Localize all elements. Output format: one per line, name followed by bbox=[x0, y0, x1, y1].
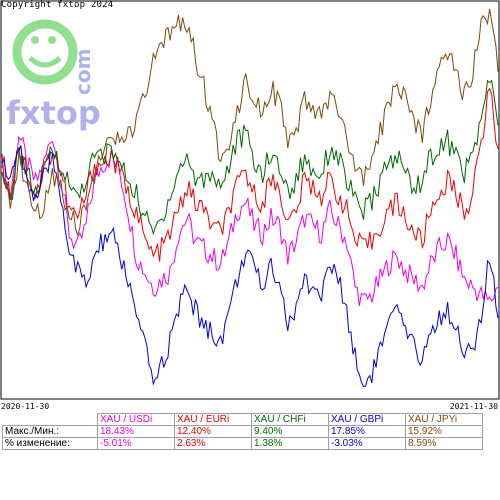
maxmin-eur: 12.40% bbox=[174, 425, 252, 438]
series-name-chf: XAU / CHFi bbox=[251, 413, 329, 426]
stats-table: XAU / USDi XAU / EURi XAU / CHFi XAU / G… bbox=[2, 413, 483, 450]
maxmin-chf: 9.40% bbox=[251, 425, 329, 438]
change-eur: 2.63% bbox=[174, 437, 252, 450]
maxmin-usd: 18.43% bbox=[97, 425, 175, 438]
maxmin-gbp: 17.85% bbox=[328, 425, 406, 438]
svg-text:.: . bbox=[82, 60, 86, 76]
x-label-end: 2021-11-30 bbox=[449, 402, 498, 411]
series-line-gbp bbox=[1, 145, 499, 388]
maxmin-jpy: 15.92% bbox=[405, 425, 483, 438]
series-line-usd bbox=[1, 135, 499, 306]
fxtop-logo: com . fxtop bbox=[6, 19, 101, 132]
svg-text:fxtop: fxtop bbox=[6, 94, 101, 132]
table-row: Макс./Мин.: 18.43% 12.40% 9.40% 17.85% 1… bbox=[2, 425, 483, 438]
table-row: % изменение: -5.01% 2.63% 1.38% -3.03% 8… bbox=[2, 437, 483, 450]
series-name-eur: XAU / EURi bbox=[174, 413, 252, 426]
change-jpy: 8.59% bbox=[405, 437, 483, 450]
series-name-gbp: XAU / GBPi bbox=[328, 413, 406, 426]
table-corner bbox=[3, 414, 98, 426]
x-label-start: 2020-11-30 bbox=[1, 402, 50, 411]
change-chf: 1.38% bbox=[251, 437, 329, 450]
table-header-row: XAU / USDi XAU / EURi XAU / CHFi XAU / G… bbox=[3, 413, 483, 426]
series-name-jpy: XAU / JPYi bbox=[405, 413, 483, 426]
row-label-maxmin: Макс./Мин.: bbox=[2, 425, 98, 438]
change-usd: -5.01% bbox=[97, 437, 175, 450]
row-label-change: % изменение: bbox=[2, 437, 98, 450]
change-gbp: -3.03% bbox=[328, 437, 406, 450]
series-name-usd: XAU / USDi bbox=[97, 413, 175, 426]
